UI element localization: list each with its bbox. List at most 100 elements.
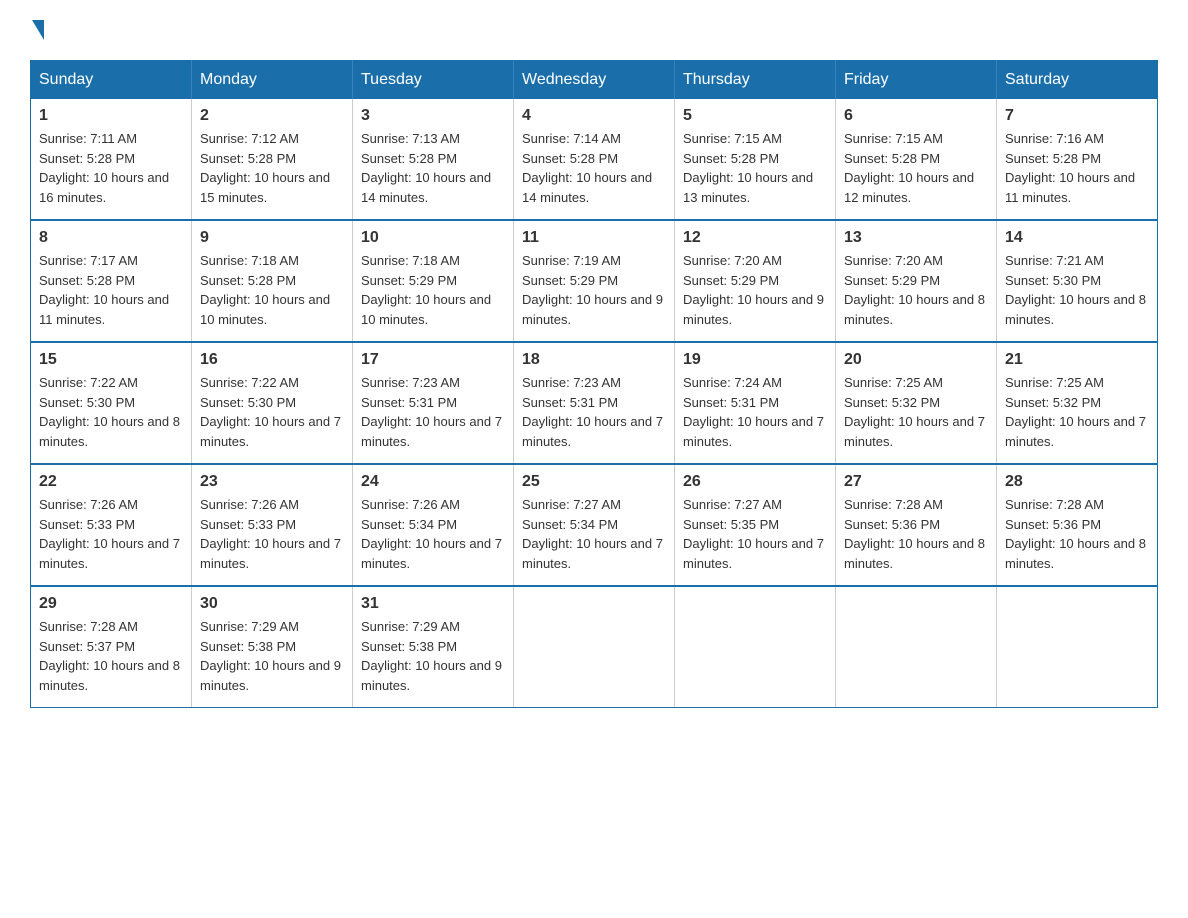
calendar-cell: 24 Sunrise: 7:26 AMSunset: 5:34 PMDayligh… [353,464,514,586]
day-info: Sunrise: 7:12 AMSunset: 5:28 PMDaylight:… [200,129,344,207]
calendar-cell: 30 Sunrise: 7:29 AMSunset: 5:38 PMDayligh… [192,586,353,708]
calendar-cell: 25 Sunrise: 7:27 AMSunset: 5:34 PMDayligh… [514,464,675,586]
calendar-table: SundayMondayTuesdayWednesdayThursdayFrid… [30,60,1158,708]
calendar-cell [514,586,675,708]
calendar-cell: 20 Sunrise: 7:25 AMSunset: 5:32 PMDayligh… [836,342,997,464]
day-number: 5 [683,107,827,125]
day-info: Sunrise: 7:25 AMSunset: 5:32 PMDaylight:… [1005,373,1149,451]
header-friday: Friday [836,61,997,100]
calendar-cell: 17 Sunrise: 7:23 AMSunset: 5:31 PMDayligh… [353,342,514,464]
day-info: Sunrise: 7:26 AMSunset: 5:33 PMDaylight:… [39,495,183,573]
day-info: Sunrise: 7:13 AMSunset: 5:28 PMDaylight:… [361,129,505,207]
calendar-week-row: 15 Sunrise: 7:22 AMSunset: 5:30 PMDayligh… [31,342,1158,464]
day-number: 24 [361,473,505,491]
day-info: Sunrise: 7:22 AMSunset: 5:30 PMDaylight:… [200,373,344,451]
logo-triangle-icon [32,20,44,40]
calendar-week-row: 1 Sunrise: 7:11 AMSunset: 5:28 PMDaylight… [31,99,1158,220]
day-info: Sunrise: 7:11 AMSunset: 5:28 PMDaylight:… [39,129,183,207]
day-number: 23 [200,473,344,491]
calendar-cell: 11 Sunrise: 7:19 AMSunset: 5:29 PMDayligh… [514,220,675,342]
day-number: 15 [39,351,183,369]
calendar-cell: 1 Sunrise: 7:11 AMSunset: 5:28 PMDaylight… [31,99,192,220]
calendar-cell [675,586,836,708]
day-info: Sunrise: 7:15 AMSunset: 5:28 PMDaylight:… [683,129,827,207]
day-info: Sunrise: 7:23 AMSunset: 5:31 PMDaylight:… [361,373,505,451]
calendar-cell: 19 Sunrise: 7:24 AMSunset: 5:31 PMDayligh… [675,342,836,464]
page-header [30,20,1158,40]
header-monday: Monday [192,61,353,100]
header-saturday: Saturday [997,61,1158,100]
calendar-cell [997,586,1158,708]
day-number: 4 [522,107,666,125]
day-info: Sunrise: 7:22 AMSunset: 5:30 PMDaylight:… [39,373,183,451]
calendar-cell: 26Sunrise: 7:27 AMSunset: 5:35 PMDayligh… [675,464,836,586]
day-info: Sunrise: 7:20 AMSunset: 5:29 PMDaylight:… [683,251,827,329]
day-number: 3 [361,107,505,125]
day-number: 16 [200,351,344,369]
calendar-cell [836,586,997,708]
calendar-cell: 8 Sunrise: 7:17 AMSunset: 5:28 PMDaylight… [31,220,192,342]
day-number: 7 [1005,107,1149,125]
header-tuesday: Tuesday [353,61,514,100]
calendar-cell: 29Sunrise: 7:28 AMSunset: 5:37 PMDayligh… [31,586,192,708]
day-number: 11 [522,229,666,247]
calendar-cell: 18 Sunrise: 7:23 AMSunset: 5:31 PMDayligh… [514,342,675,464]
day-info: Sunrise: 7:25 AMSunset: 5:32 PMDaylight:… [844,373,988,451]
calendar-cell: 6 Sunrise: 7:15 AMSunset: 5:28 PMDaylight… [836,99,997,220]
day-info: Sunrise: 7:18 AMSunset: 5:28 PMDaylight:… [200,251,344,329]
calendar-header-row: SundayMondayTuesdayWednesdayThursdayFrid… [31,61,1158,100]
day-number: 29 [39,595,183,613]
day-number: 17 [361,351,505,369]
calendar-week-row: 8 Sunrise: 7:17 AMSunset: 5:28 PMDaylight… [31,220,1158,342]
calendar-cell: 15 Sunrise: 7:22 AMSunset: 5:30 PMDayligh… [31,342,192,464]
day-info: Sunrise: 7:17 AMSunset: 5:28 PMDaylight:… [39,251,183,329]
day-number: 18 [522,351,666,369]
calendar-cell: 5 Sunrise: 7:15 AMSunset: 5:28 PMDaylight… [675,99,836,220]
day-number: 12 [683,229,827,247]
day-info: Sunrise: 7:28 AMSunset: 5:36 PMDaylight:… [844,495,988,573]
day-number: 1 [39,107,183,125]
calendar-cell: 10 Sunrise: 7:18 AMSunset: 5:29 PMDayligh… [353,220,514,342]
header-sunday: Sunday [31,61,192,100]
day-number: 25 [522,473,666,491]
day-info: Sunrise: 7:26 AMSunset: 5:33 PMDaylight:… [200,495,344,573]
calendar-cell: 2 Sunrise: 7:12 AMSunset: 5:28 PMDaylight… [192,99,353,220]
calendar-cell: 23 Sunrise: 7:26 AMSunset: 5:33 PMDayligh… [192,464,353,586]
calendar-cell: 14Sunrise: 7:21 AMSunset: 5:30 PMDayligh… [997,220,1158,342]
day-info: Sunrise: 7:19 AMSunset: 5:29 PMDaylight:… [522,251,666,329]
day-info: Sunrise: 7:18 AMSunset: 5:29 PMDaylight:… [361,251,505,329]
calendar-week-row: 22 Sunrise: 7:26 AMSunset: 5:33 PMDayligh… [31,464,1158,586]
day-info: Sunrise: 7:20 AMSunset: 5:29 PMDaylight:… [844,251,988,329]
day-number: 19 [683,351,827,369]
day-number: 22 [39,473,183,491]
header-thursday: Thursday [675,61,836,100]
day-number: 8 [39,229,183,247]
day-number: 20 [844,351,988,369]
day-number: 6 [844,107,988,125]
day-info: Sunrise: 7:16 AMSunset: 5:28 PMDaylight:… [1005,129,1149,207]
calendar-cell: 27 Sunrise: 7:28 AMSunset: 5:36 PMDayligh… [836,464,997,586]
day-info: Sunrise: 7:15 AMSunset: 5:28 PMDaylight:… [844,129,988,207]
day-info: Sunrise: 7:27 AMSunset: 5:34 PMDaylight:… [522,495,666,573]
day-number: 27 [844,473,988,491]
day-number: 31 [361,595,505,613]
calendar-cell: 28Sunrise: 7:28 AMSunset: 5:36 PMDayligh… [997,464,1158,586]
day-number: 2 [200,107,344,125]
day-info: Sunrise: 7:29 AMSunset: 5:38 PMDaylight:… [200,617,344,695]
day-info: Sunrise: 7:24 AMSunset: 5:31 PMDaylight:… [683,373,827,451]
day-number: 13 [844,229,988,247]
calendar-cell: 7 Sunrise: 7:16 AMSunset: 5:28 PMDaylight… [997,99,1158,220]
day-info: Sunrise: 7:26 AMSunset: 5:34 PMDaylight:… [361,495,505,573]
day-info: Sunrise: 7:23 AMSunset: 5:31 PMDaylight:… [522,373,666,451]
calendar-cell: 4 Sunrise: 7:14 AMSunset: 5:28 PMDaylight… [514,99,675,220]
header-wednesday: Wednesday [514,61,675,100]
calendar-cell: 31Sunrise: 7:29 AMSunset: 5:38 PMDayligh… [353,586,514,708]
day-info: Sunrise: 7:27 AMSunset: 5:35 PMDaylight:… [683,495,827,573]
day-number: 30 [200,595,344,613]
day-number: 9 [200,229,344,247]
calendar-week-row: 29Sunrise: 7:28 AMSunset: 5:37 PMDayligh… [31,586,1158,708]
calendar-cell: 22 Sunrise: 7:26 AMSunset: 5:33 PMDayligh… [31,464,192,586]
calendar-cell: 9 Sunrise: 7:18 AMSunset: 5:28 PMDaylight… [192,220,353,342]
day-number: 10 [361,229,505,247]
day-info: Sunrise: 7:14 AMSunset: 5:28 PMDaylight:… [522,129,666,207]
